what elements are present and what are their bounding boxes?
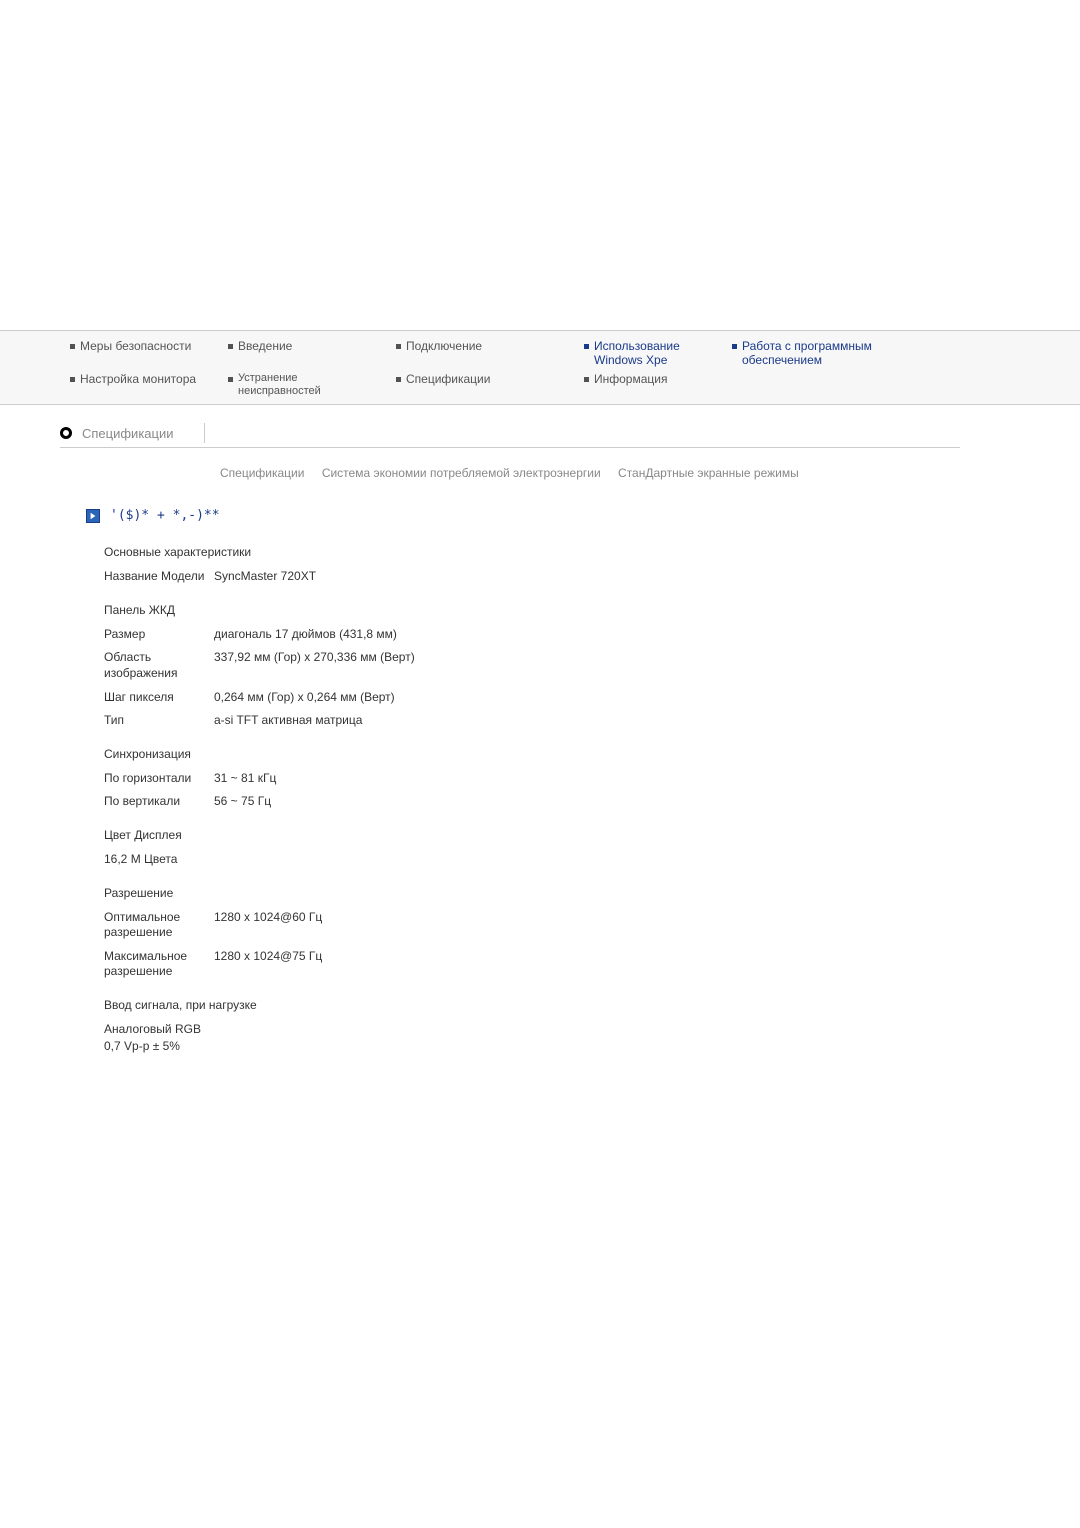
label-horizontal: По горизонтали (104, 771, 214, 787)
subnav-specs[interactable]: Спецификации (220, 466, 304, 480)
nav-item-software[interactable]: Работа с программным обеспечением (732, 337, 942, 370)
display-color-value: 16,2 M Цвета (104, 852, 924, 868)
row-horizontal: По горизонтали 31 ~ 81 кГц (104, 771, 924, 787)
nav-item-troubleshoot[interactable]: Устранение неисправностей (228, 370, 388, 400)
resolution-title: Разрешение (104, 886, 924, 900)
row-pixel-pitch: Шаг пикселя 0,264 мм (Гор) x 0,264 мм (В… (104, 690, 924, 706)
value-vertical: 56 ~ 75 Гц (214, 794, 924, 810)
label-pixel-pitch: Шаг пикселя (104, 690, 214, 706)
row-display-area: Область изображения 337,92 мм (Гор) x 27… (104, 650, 924, 681)
bullet-icon (228, 377, 233, 382)
label-optimal-res: Оптимальное разрешение (104, 910, 214, 941)
nav-row-1: Меры безопасности Введение Подключение И… (70, 337, 1080, 370)
sync-title: Синхронизация (104, 747, 924, 761)
subnav-display-modes[interactable]: СтанДартные экранные режимы (618, 466, 799, 480)
row-vertical: По вертикали 56 ~ 75 Гц (104, 794, 924, 810)
display-color-title: Цвет Дисплея (104, 828, 924, 842)
label-model-name: Название Модели (104, 569, 214, 585)
nav-item-intro[interactable]: Введение (228, 337, 388, 370)
section-header: Спецификации (60, 423, 960, 448)
main-nav: Меры безопасности Введение Подключение И… (0, 330, 1080, 405)
value-optimal-res: 1280 x 1024@60 Гц (214, 910, 924, 941)
label-vertical: По вертикали (104, 794, 214, 810)
row-size: Размер диагональ 17 дюймов (431,8 мм) (104, 627, 924, 643)
arrow-right-icon (86, 509, 100, 523)
section-title: Спецификации (82, 426, 174, 441)
nav-item-info[interactable]: Информация (584, 370, 724, 400)
nav-item-monitor-setup[interactable]: Настройка монитора (70, 370, 220, 400)
input-signal-line1: Аналоговый RGB (104, 1022, 924, 1038)
label-size: Размер (104, 627, 214, 643)
nav-item-safety[interactable]: Меры безопасности (70, 337, 220, 370)
row-max-res: Максимальное разрешение 1280 x 1024@75 Г… (104, 949, 924, 980)
bullet-icon (396, 377, 401, 382)
main-characteristics-title: Основные характеристики (104, 545, 924, 559)
bullet-icon (70, 344, 75, 349)
value-max-res: 1280 x 1024@75 Гц (214, 949, 924, 980)
value-model-name: SyncMaster 720XT (214, 569, 924, 585)
label-max-res: Максимальное разрешение (104, 949, 214, 980)
arrow-text: '($)* + *,-)** (110, 508, 220, 523)
row-optimal-res: Оптимальное разрешение 1280 x 1024@60 Гц (104, 910, 924, 941)
bullet-icon (396, 344, 401, 349)
spec-content: Основные характеристики Название Модели … (104, 545, 924, 1055)
value-horizontal: 31 ~ 81 кГц (214, 771, 924, 787)
value-size: диагональ 17 дюймов (431,8 мм) (214, 627, 924, 643)
label-type: Тип (104, 713, 214, 729)
input-signal-line2: 0,7 Vp-p ± 5% (104, 1039, 924, 1055)
ring-icon (60, 427, 72, 439)
label-display-area: Область изображения (104, 650, 214, 681)
row-type: Тип a-si TFT активная матрица (104, 713, 924, 729)
bullet-icon (584, 344, 589, 349)
bullet-icon (584, 377, 589, 382)
bullet-icon (228, 344, 233, 349)
divider-icon (204, 423, 205, 443)
input-signal-title: Ввод сигнала, при нагрузке (104, 998, 924, 1012)
row-model-name: Название Модели SyncMaster 720XT (104, 569, 924, 585)
sub-nav: Спецификации Система экономии потребляем… (220, 466, 1080, 480)
nav-item-windows-xpe[interactable]: Использование Windows Xpe (584, 337, 724, 370)
bullet-icon (70, 377, 75, 382)
bullet-icon (732, 344, 737, 349)
value-pixel-pitch: 0,264 мм (Гор) x 0,264 мм (Верт) (214, 690, 924, 706)
nav-item-specs[interactable]: Спецификации (396, 370, 576, 400)
value-type: a-si TFT активная матрица (214, 713, 924, 729)
arrow-heading: '($)* + *,-)** (86, 508, 1080, 523)
subnav-power-saving[interactable]: Система экономии потребляемой электроэне… (322, 466, 601, 480)
value-display-area: 337,92 мм (Гор) x 270,336 мм (Верт) (214, 650, 924, 681)
panel-title: Панель ЖКД (104, 603, 924, 617)
nav-row-2: Настройка монитора Устранение неисправно… (70, 370, 1080, 400)
nav-item-connect[interactable]: Подключение (396, 337, 576, 370)
document-page: Меры безопасности Введение Подключение И… (0, 0, 1080, 1055)
